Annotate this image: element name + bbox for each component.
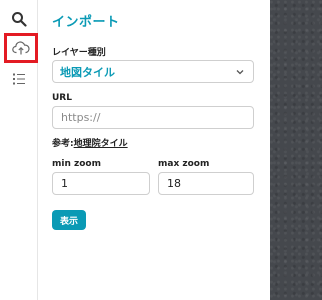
reference-prefix: 参考: [52,139,74,149]
layer-type-value: 地図タイル [60,65,115,79]
search-icon [12,12,27,27]
min-zoom-input[interactable] [52,172,150,195]
side-toolbar [0,0,38,300]
layer-type-select[interactable]: 地図タイル [52,60,254,83]
panel-title: インポート [52,15,120,30]
search-button[interactable] [4,4,34,34]
map-view[interactable] [270,0,322,300]
max-zoom-input[interactable] [158,172,254,195]
import-panel: インポート レイヤー種別 地図タイル URL 参考:地理院タイル min zoo… [38,0,270,300]
min-zoom-label: min zoom [52,159,101,169]
reference-note: 参考:地理院タイル [52,136,128,149]
show-button[interactable]: 表示 [52,210,86,230]
layer-type-label: レイヤー種別 [52,48,106,58]
list-icon [13,73,25,85]
layer-list-button[interactable] [4,64,34,94]
url-label: URL [52,93,72,103]
cloud-upload-icon [12,41,30,55]
chevron-down-icon [236,70,244,75]
max-zoom-label: max zoom [158,159,210,169]
import-button[interactable] [4,33,38,63]
url-input[interactable] [52,106,254,129]
reference-link[interactable]: 地理院タイル [74,139,128,149]
